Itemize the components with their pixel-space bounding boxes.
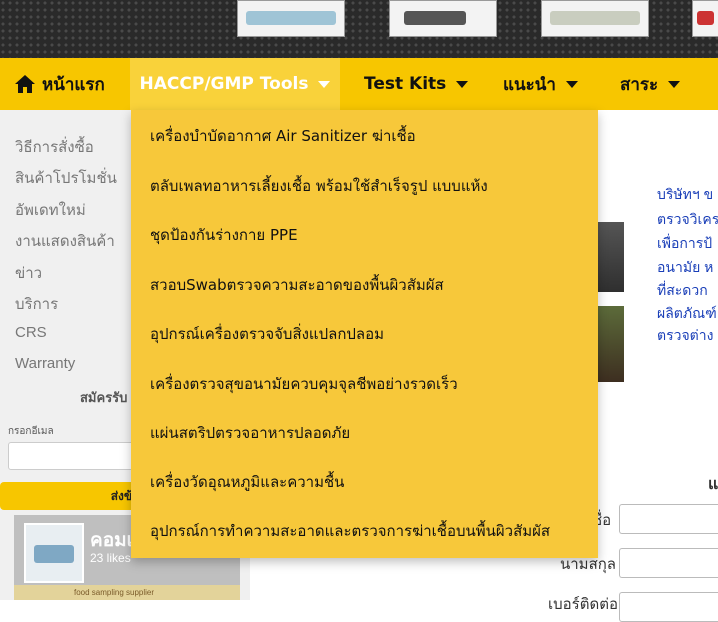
banner-product-image[interactable] [541, 0, 649, 37]
banner-product-image[interactable] [389, 0, 497, 37]
banner-product-image[interactable] [692, 0, 718, 37]
intro-text-line: เพื่อการป้ [657, 235, 713, 251]
dropdown-item-food-test-strips[interactable]: แผ่นสตริปตรวจอาหารปลอดภัย [150, 421, 350, 445]
intro-text-line: ผลิตภัณฑ์ [657, 305, 717, 321]
sidebar-item-services[interactable]: บริการ [15, 292, 58, 316]
intro-text-line: ที่สะดวก [657, 282, 708, 298]
last-name-field[interactable] [619, 548, 718, 578]
phone-field[interactable] [619, 592, 718, 622]
dropdown-item-thermo-hygrometer[interactable]: เครื่องวัดอุณหภูมิและความชื้น [150, 470, 344, 494]
dropdown-item-surface-disinfection[interactable]: อุปกรณ์การทำความสะอาดและตรวจการฆ่าเชื้อบ… [150, 519, 550, 543]
intro-text-line: บริษัทฯ ข [657, 186, 714, 202]
home-icon [15, 75, 35, 93]
sidebar-item-warranty[interactable]: Warranty [15, 355, 75, 372]
subscribe-title: สมัครรับ [80, 390, 128, 405]
dropdown-item-ready-plates[interactable]: ตลับเพลทอาหารเลี้ยงเชื้อ พร้อมใช้สำเร็จร… [150, 174, 488, 198]
first-name-field[interactable] [619, 504, 718, 534]
phone-label: เบอร์ติดต่อ [548, 596, 618, 613]
sidebar-item-promotion[interactable]: สินค้าโปรโมชั่น [15, 166, 117, 190]
nav-content-label: สาระ [620, 74, 659, 95]
email-label: กรอกอีเมล [8, 426, 54, 437]
nav-test-kits[interactable]: Test Kits [364, 58, 469, 110]
nav-haccp-label: HACCP/GMP Tools [139, 74, 309, 94]
dropdown-item-air-sanitizer[interactable]: เครื่องบำบัดอากาศ Air Sanitizer ฆ่าเชื้อ [150, 124, 416, 148]
chevron-down-icon [668, 80, 681, 88]
sidebar-item-updates[interactable]: อัพเดทใหม่ [15, 198, 86, 222]
chevron-down-icon [565, 80, 578, 88]
sidebar-item-how-to-order[interactable]: วิธีการสั่งซื้อ [15, 135, 94, 159]
dropdown-item-ppe[interactable]: ชุดป้องกันร่างกาย PPE [150, 223, 298, 247]
chevron-down-icon [318, 80, 331, 88]
dropdown-item-surface-swab[interactable]: สวอบSwabตรวจความสะอาดของพื้นผิวสัมผัส [150, 273, 444, 297]
facebook-page-avatar [24, 523, 84, 583]
main-navbar: หน้าแรก HACCP/GMP Tools Test Kits แนะนำ … [0, 58, 718, 110]
banner-product-image[interactable] [237, 0, 345, 37]
contact-heading: แ [708, 474, 718, 493]
sidebar-item-news[interactable]: ข่าว [15, 261, 42, 285]
content-photo [596, 306, 624, 382]
dropdown-item-foreign-detection[interactable]: อุปกรณ์เครื่องตรวจจับสิ่งแปลกปลอม [150, 322, 384, 346]
nav-test-kits-label: Test Kits [364, 74, 447, 94]
content-photo [596, 222, 624, 292]
nav-content[interactable]: สาระ [620, 58, 681, 110]
facebook-likes-count: 23 likes [90, 551, 131, 565]
top-banner [0, 0, 718, 58]
chevron-down-icon [456, 80, 469, 88]
nav-home-label: หน้าแรก [42, 74, 105, 95]
nav-haccp-gmp-tools[interactable]: HACCP/GMP Tools [130, 58, 340, 110]
intro-text-line: อนามัย ห [657, 259, 714, 275]
intro-text-line: ตรวจต่าง [657, 327, 714, 343]
nav-home[interactable]: หน้าแรก [14, 58, 105, 110]
dropdown-item-hygiene-monitor[interactable]: เครื่องตรวจสุขอนามัยควบคุมจุลชีพอย่างรวด… [150, 372, 458, 396]
nav-advice-label: แนะนำ [503, 74, 556, 95]
facebook-cover-banner: food sampling supplier [14, 585, 240, 600]
sidebar-item-crs[interactable]: CRS [15, 324, 47, 341]
sidebar-item-exhibitions[interactable]: งานแสดงสินค้า [15, 229, 115, 253]
haccp-dropdown-menu: เครื่องบำบัดอากาศ Air Sanitizer ฆ่าเชื้อ… [131, 110, 598, 558]
intro-text-line: ตรวจวิเคร [657, 211, 718, 227]
nav-advice[interactable]: แนะนำ [503, 58, 578, 110]
